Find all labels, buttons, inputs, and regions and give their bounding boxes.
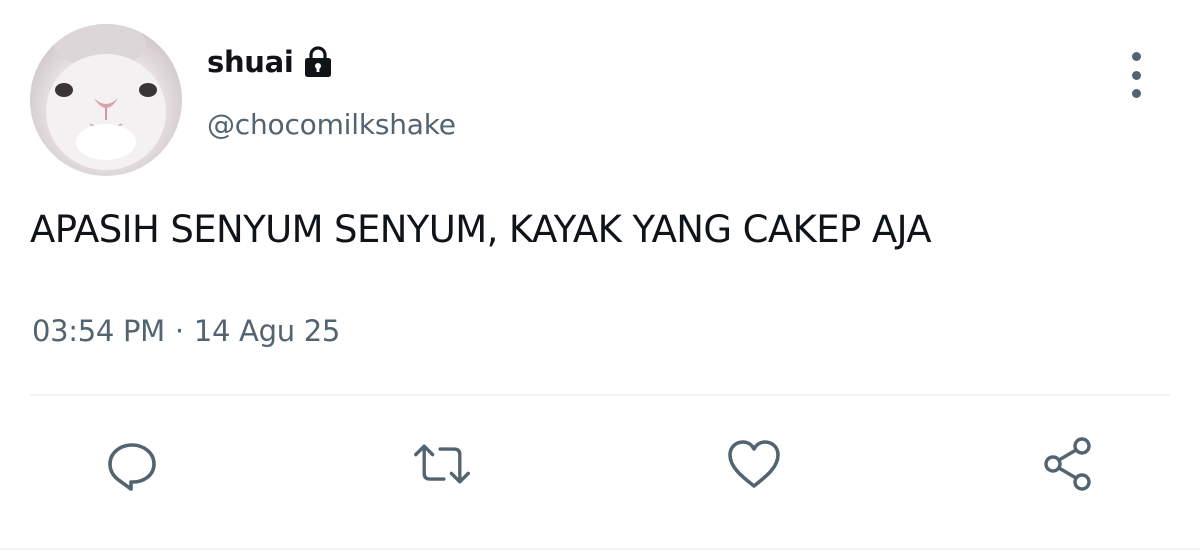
- share-button[interactable]: [1038, 434, 1098, 494]
- retweet-icon: [414, 444, 470, 484]
- reply-icon: [108, 443, 156, 491]
- user-avatar[interactable]: [30, 24, 182, 176]
- more-vertical-icon-dot-2: [1131, 70, 1141, 80]
- tweet-text: APASIH SENYUM SENYUM, KAYAK YANG CAKEP A…: [30, 208, 932, 251]
- divider: [30, 394, 1170, 396]
- timestamp-separator: ·: [174, 314, 184, 348]
- tweet-time[interactable]: 03:54 PM: [32, 314, 165, 348]
- share-icon: [1044, 437, 1091, 491]
- timestamp-row: 03:54 PM · 14 Agu 25: [32, 314, 340, 348]
- retweet-button[interactable]: [412, 434, 472, 494]
- bottom-divider: [0, 548, 1200, 550]
- more-vertical-icon-dot-3: [1131, 89, 1141, 98]
- display-name-row: shuai: [207, 42, 334, 82]
- more-vertical-icon: [1131, 52, 1141, 61]
- more-options-button[interactable]: [1118, 52, 1154, 98]
- username[interactable]: @chocomilkshake: [207, 108, 456, 141]
- display-name[interactable]: shuai: [207, 45, 294, 79]
- like-button[interactable]: [724, 434, 784, 494]
- heart-icon: [728, 440, 780, 488]
- reply-button[interactable]: [102, 434, 162, 494]
- lock-icon: [302, 45, 334, 79]
- rabbit-avatar-image: [46, 24, 166, 170]
- tweet-date[interactable]: 14 Agu 25: [194, 314, 340, 348]
- tweet-card: shuai @chocomilkshake APASIH SENYUM SENY…: [0, 0, 1200, 555]
